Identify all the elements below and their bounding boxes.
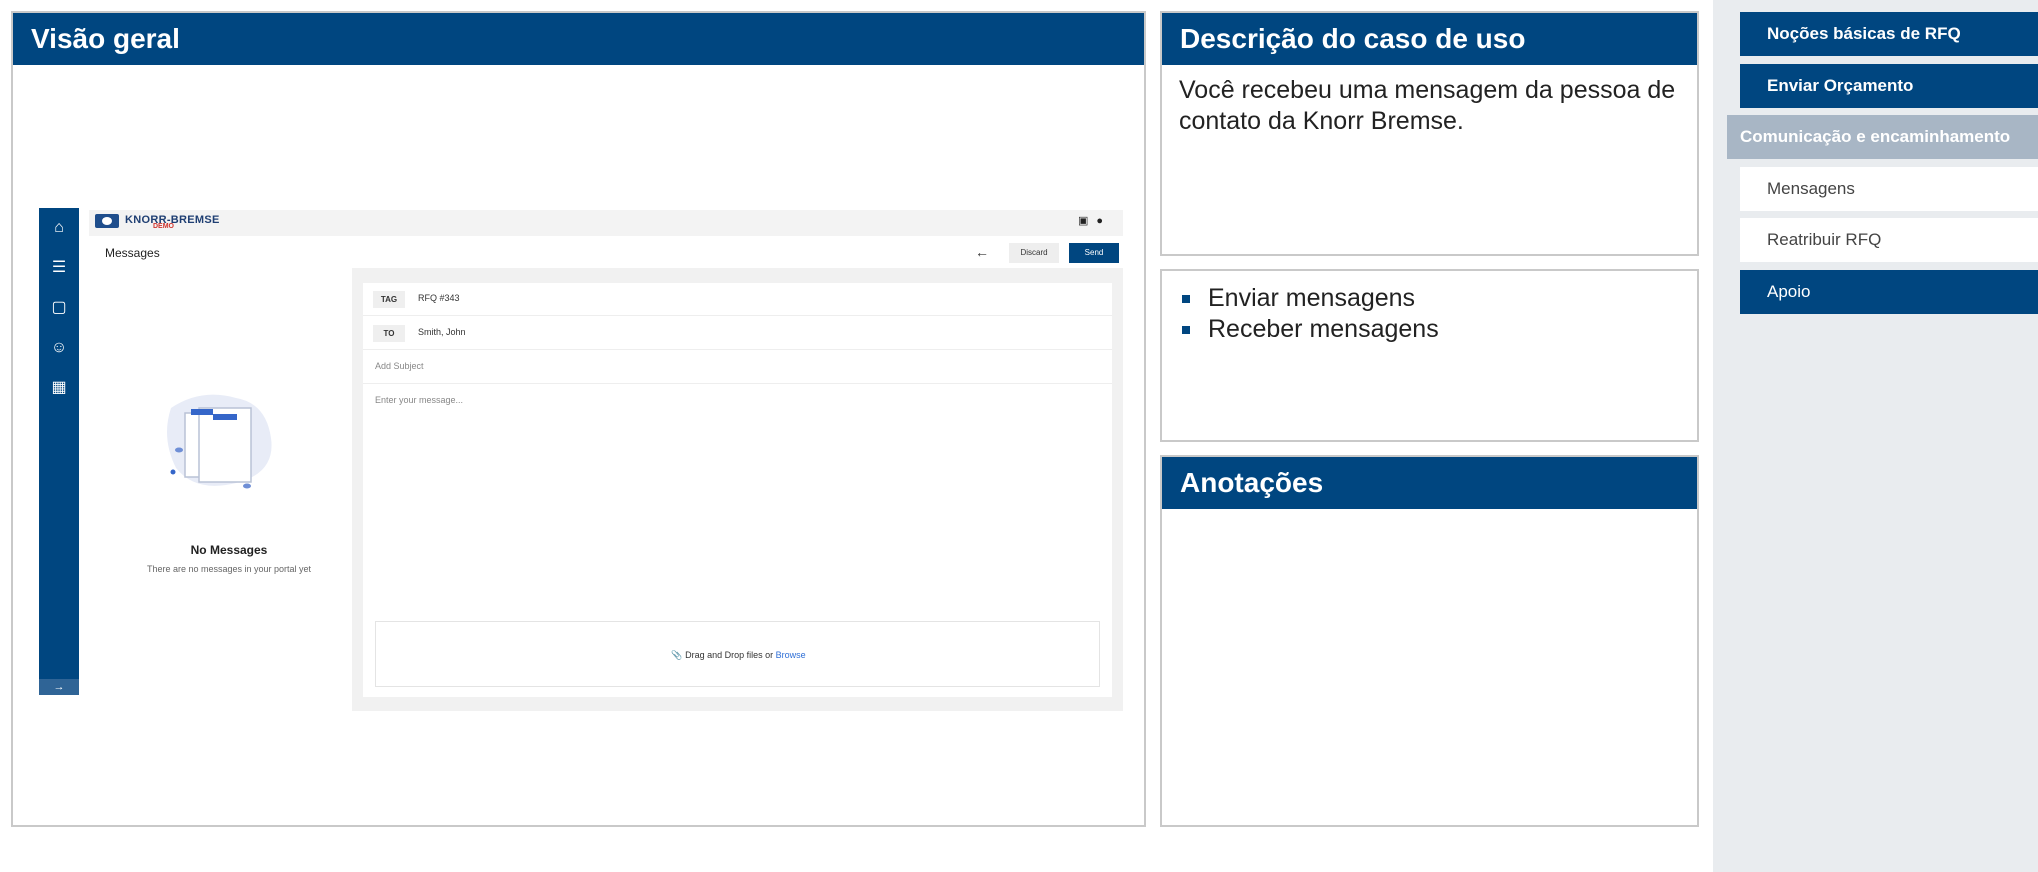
topbar-icons: ▣●	[1078, 214, 1111, 227]
file-dropzone[interactable]: 📎 Drag and Drop files or Browse	[375, 621, 1100, 687]
empty-clipboard-illustration	[167, 394, 272, 489]
message-field[interactable]: Enter your message...	[363, 385, 1112, 418]
nav-item-messages[interactable]: Mensagens	[1740, 167, 2038, 211]
discard-button[interactable]: Discard	[1009, 243, 1059, 263]
user-icon[interactable]: ●	[1096, 215, 1111, 227]
app-topbar: KNORR-BREMSE DEMO ▣●	[89, 210, 1123, 236]
paperclip-icon: 📎	[671, 650, 683, 660]
dropzone-text: 📎 Drag and Drop files or Browse	[376, 650, 1101, 661]
empty-state-subtitle: There are no messages in your portal yet	[146, 564, 312, 574]
message-placeholder: Enter your message...	[375, 395, 464, 405]
nav-item-send-quote[interactable]: Enviar Orçamento	[1740, 64, 2038, 108]
notes-title: Anotações	[1162, 457, 1697, 509]
nav-item-communication[interactable]: Comunicação e encaminhamento	[1727, 115, 2038, 159]
empty-state-title: No Messages	[190, 543, 268, 557]
notes-panel: Anotações	[1160, 455, 1699, 827]
feature-label: Receber mensagens	[1208, 315, 1439, 343]
nav-item-rfq-basics[interactable]: Noções básicas de RFQ	[1740, 12, 2038, 56]
knorr-logo-icon	[95, 214, 119, 228]
browse-link[interactable]: Browse	[776, 650, 806, 660]
demo-badge: DEMO	[153, 223, 174, 230]
database-icon[interactable]: ☰	[39, 248, 79, 288]
feature-list: Enviar mensagens Receber mensagens	[1162, 271, 1697, 345]
usecase-panel: Descrição do caso de uso Você recebeu um…	[1160, 11, 1699, 256]
overview-title: Visão geral	[13, 13, 1144, 65]
expand-icon[interactable]: →	[39, 679, 79, 695]
usecase-text: Você recebeu uma mensagem da pessoa de c…	[1179, 76, 1676, 135]
tag-value: RFQ #343	[418, 293, 460, 303]
subject-placeholder: Add Subject	[375, 361, 424, 371]
embedded-screenshot: ⌂ ☰ ▢ ☺ ▦ → KNORR-BREMSE DEMO ▣● Message…	[39, 198, 1123, 711]
documents-icon[interactable]: ▢	[39, 288, 79, 328]
nav-item-reassign-rfq[interactable]: Reatribuir RFQ	[1740, 218, 2038, 262]
list-item: Enviar mensagens	[1180, 283, 1679, 314]
compose-form: TAG RFQ #343 TO Smith, John Add Subject …	[363, 283, 1112, 697]
overview-panel: Visão geral ⌂ ☰ ▢ ☺ ▦ → KNORR-BREMSE DEM…	[11, 11, 1146, 827]
tag-field[interactable]: TAG RFQ #343	[363, 283, 1112, 316]
bullet-icon	[1182, 294, 1190, 303]
features-panel: Enviar mensagens Receber mensagens	[1160, 269, 1699, 442]
back-arrow-icon[interactable]: ←	[975, 244, 989, 260]
right-navigation: Noções básicas de RFQ Enviar Orçamento C…	[1713, 0, 2038, 872]
send-button[interactable]: Send	[1069, 243, 1119, 263]
list-item: Receber mensagens	[1180, 314, 1679, 345]
messages-page-title: Messages	[105, 246, 160, 260]
subject-field[interactable]: Add Subject	[363, 351, 1112, 384]
home-icon[interactable]: ⌂	[39, 208, 79, 248]
chat-icon[interactable]: ▣	[1078, 215, 1096, 227]
bullet-icon	[1182, 325, 1190, 334]
truck-icon[interactable]: ▦	[39, 368, 79, 408]
feature-label: Enviar mensagens	[1208, 284, 1416, 312]
tag-label: TAG	[373, 291, 405, 308]
to-field[interactable]: TO Smith, John	[363, 317, 1112, 350]
drop-label: Drag and Drop files or	[685, 650, 774, 660]
usecase-title: Descrição do caso de uso	[1162, 13, 1697, 65]
to-value: Smith, John	[418, 327, 466, 337]
to-label: TO	[373, 325, 405, 342]
nav-item-support[interactable]: Apoio	[1740, 270, 2038, 314]
app-sidebar: ⌂ ☰ ▢ ☺ ▦ →	[39, 208, 79, 695]
supplier-icon[interactable]: ☺	[39, 328, 79, 368]
